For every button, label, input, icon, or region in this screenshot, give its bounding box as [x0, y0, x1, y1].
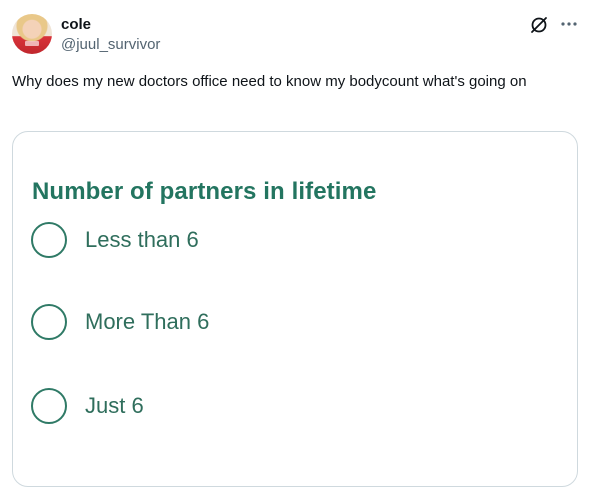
author-handle[interactable]: @juul_survivor	[61, 36, 160, 54]
tweet: cole @juul_survivor Why does my new doct…	[0, 0, 590, 502]
option-label: More Than 6	[85, 309, 210, 334]
option-label: Less than 6	[85, 227, 199, 252]
option-more-than-6: More Than 6	[31, 302, 331, 342]
more-horizontal-icon[interactable]	[558, 13, 580, 35]
avatar-shirt	[25, 41, 39, 46]
radio-button	[31, 388, 67, 424]
form-title: Number of partners in lifetime	[32, 178, 377, 205]
tweet-media-image[interactable]: Number of partners in lifetime Less than…	[12, 131, 578, 487]
option-just-6: Just 6	[31, 386, 331, 426]
option-label: Just 6	[85, 393, 144, 418]
radio-button	[31, 304, 67, 340]
option-less-than-6: Less than 6	[31, 220, 331, 260]
radio-button	[31, 222, 67, 258]
tweet-text: Why does my new doctors office need to k…	[12, 73, 527, 90]
author-avatar[interactable]	[12, 14, 52, 54]
author-display-name[interactable]: cole	[61, 16, 91, 34]
grok-icon[interactable]	[529, 15, 549, 35]
